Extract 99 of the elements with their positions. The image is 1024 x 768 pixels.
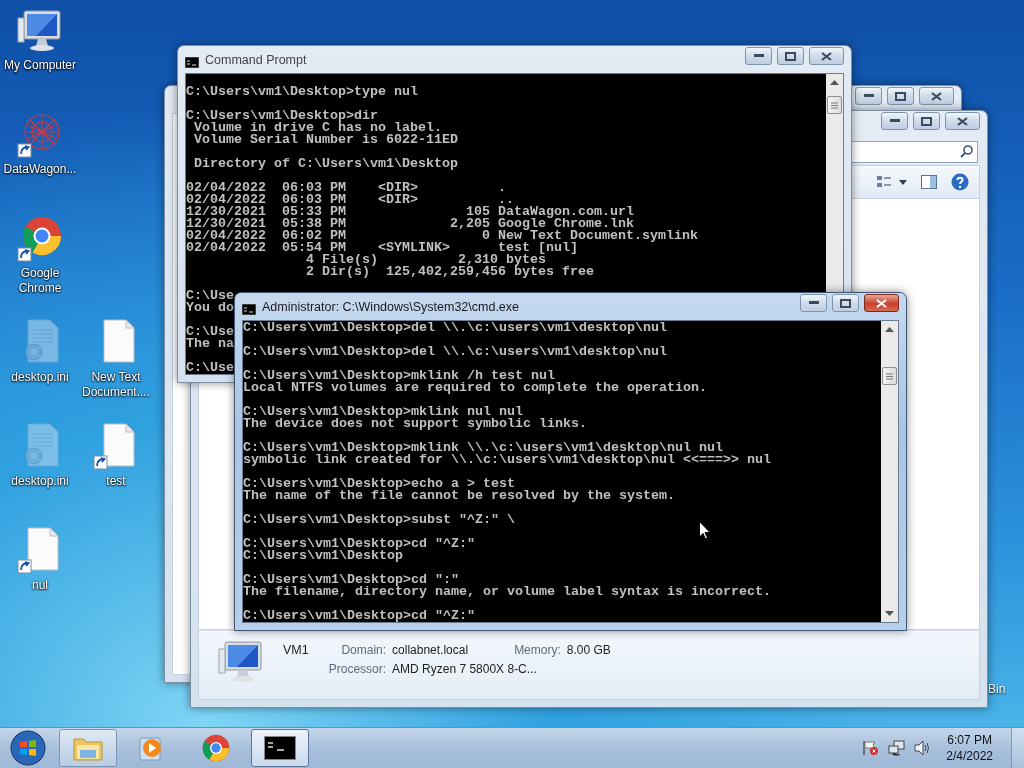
console-line: C:\Users\vm1\Desktop>subst "^Z:" \ [243, 514, 515, 526]
network-icon[interactable] [888, 740, 907, 756]
detail-value: 8.00 GB [566, 643, 611, 657]
minimize-button[interactable] [745, 47, 772, 65]
close-button[interactable] [809, 47, 844, 65]
maximize-icon [785, 51, 796, 61]
console-line: 12/30/2021 05:33 PM 105 DataWagon.com.url [186, 206, 634, 218]
minimize-icon [889, 119, 900, 123]
console-line: C:\Users\vm1\Desktop>mklink nul nul [243, 406, 523, 418]
console-line: Directory of C:\Users\vm1\Desktop [193, 158, 458, 170]
console-line: C:\Use [186, 326, 234, 338]
console-line: You do [186, 302, 234, 314]
console-line: C:\Users\vm1\Desktop>mklink \\.\c:\users\vm1\desktop\nul nul [243, 442, 723, 454]
detail-value: AMD Ryzen 7 5800X 8-C... [392, 662, 538, 676]
view-options-icon[interactable] [877, 175, 907, 189]
console-line: Volume in drive C has no label. [194, 122, 442, 134]
console-line: C:\Users\vm1\Desktop>del \\.\c:\users\vm1\desktop\nul [243, 346, 667, 358]
desktop-icon-label[interactable]: test [106, 474, 126, 489]
console-line: 02/04/2022 05:54 PM <SYMLINK> test [nul] [186, 242, 578, 254]
detail-value: collabnet.local [392, 643, 469, 657]
desktop-icon-label[interactable]: New Text Document.... [78, 370, 154, 400]
maximize-button[interactable] [887, 87, 914, 105]
maximize-button[interactable] [832, 294, 859, 312]
console-line: C:\Use [186, 290, 234, 302]
desktop-icon-label[interactable]: desktop.ini [11, 474, 69, 489]
time-text: 6:07 PM [947, 732, 992, 748]
console-icon [242, 304, 256, 315]
taskbar-button[interactable] [251, 729, 309, 767]
desktop-icon-label[interactable]: DataWagon... [3, 162, 77, 177]
maximize-button[interactable] [777, 47, 804, 65]
search-icon [960, 145, 973, 158]
maximize-icon [840, 298, 851, 308]
close-icon [821, 51, 832, 61]
desktop-icon-label[interactable]: Bin [988, 682, 1006, 696]
console-line: 02/04/2022 06:03 PM <DIR> .. [186, 194, 514, 206]
flag-icon[interactable] [862, 740, 881, 756]
minimize-icon [863, 94, 874, 98]
computer-name: VM1 [283, 643, 309, 657]
console-line: C:\Users\vm1\Desktop>cd "^Z:" [243, 538, 475, 550]
scroll-up-icon[interactable] [885, 327, 894, 333]
close-button[interactable] [945, 112, 980, 130]
detail-label: Processor: [328, 662, 387, 676]
console-line: C:\Users\vm1\Desktop>mklink /h test nul [243, 370, 555, 382]
detail-label: Memory: [514, 643, 561, 657]
desktop-icon-label[interactable]: Google Chrome [2, 266, 78, 296]
console-line: C:\Users\vm1\Desktop [243, 550, 403, 562]
help-icon[interactable] [951, 173, 969, 191]
minimize-icon [753, 54, 764, 58]
console-line: C:\Use [186, 362, 234, 374]
clock[interactable]: 6:07 PM 2/4/2022 [940, 732, 1003, 764]
console-line: 02/04/2022 06:02 PM 0 New Text Document.symlink [186, 230, 698, 242]
console-line: 12/30/2021 05:38 PM 2,205 Google Chrome.lnk [186, 218, 634, 230]
maximize-icon [921, 116, 932, 126]
close-icon [957, 116, 968, 126]
desktop-icon-label[interactable]: My Computer [4, 58, 76, 73]
console-line: C:\Users\vm1\Desktop>del \\.\c:\users\vm1\desktop\nul [243, 322, 667, 334]
scroll-down-icon[interactable] [885, 611, 894, 617]
console-line: C:\Users\vm1\Desktop>dir [186, 110, 378, 122]
search-field[interactable] [850, 140, 978, 163]
grip-icon [831, 101, 838, 109]
maximize-button[interactable] [913, 112, 940, 130]
console-line: C:\Users\vm1\Desktop>cd ":" [243, 574, 459, 586]
console-line: C:\Users\vm1\Desktop>cd "^Z:" [243, 610, 475, 622]
scroll-thumb[interactable] [882, 367, 897, 385]
console-icon [264, 736, 296, 760]
close-icon [931, 91, 942, 101]
maximize-icon [895, 91, 906, 101]
minimize-button[interactable] [800, 294, 827, 312]
window-title: Command Prompt [205, 53, 307, 67]
console-line: The filename, directory name, or volume label syntax is incorrect. [243, 586, 771, 598]
grip-icon [886, 372, 893, 380]
chrome-icon [200, 732, 232, 764]
minimize-icon [808, 301, 819, 305]
date-text: 2/4/2022 [946, 748, 993, 764]
close-button[interactable] [919, 87, 954, 105]
mouse-pointer-icon [699, 521, 711, 540]
console-line: 02/04/2022 06:03 PM <DIR> . [186, 182, 506, 194]
console-line: The na [186, 338, 234, 350]
detail-label: Domain: [340, 643, 387, 657]
desktop-icon-label[interactable]: desktop.ini [11, 370, 69, 385]
close-button[interactable] [864, 294, 899, 312]
window-title: Administrator: C:\Windows\System32\cmd.exe [262, 300, 520, 314]
console-line: 4 File(s) 2,310 bytes [304, 254, 546, 266]
console-line: C:\Users\vm1\Desktop>type nul [186, 86, 418, 98]
console-icon [185, 57, 199, 68]
minimize-button[interactable] [855, 87, 882, 105]
console-line: symbolic link created for \\.\c:\users\vm1\desktop\nul <<===>> nul [243, 454, 771, 466]
scroll-thumb[interactable] [827, 96, 842, 114]
console-line: Local NTFS volumes are required to complete the operation. [243, 382, 707, 394]
console-line: The device does not support symbolic links. [243, 418, 587, 430]
minimize-button[interactable] [881, 112, 908, 130]
console-line: C:\Users\vm1\Desktop>echo a > test [243, 478, 515, 490]
console-line: The name of the file cannot be resolved by the system. [243, 490, 675, 502]
console-line: 2 Dir(s) 125,402,259,456 bytes free [304, 266, 594, 278]
close-icon [876, 298, 887, 308]
desktop-icon-label[interactable]: nul [32, 578, 48, 593]
console-line: Volume Serial Number is 6022-11ED [193, 134, 458, 146]
windows-logo-icon [10, 730, 46, 766]
preview-pane-icon[interactable] [921, 175, 937, 189]
